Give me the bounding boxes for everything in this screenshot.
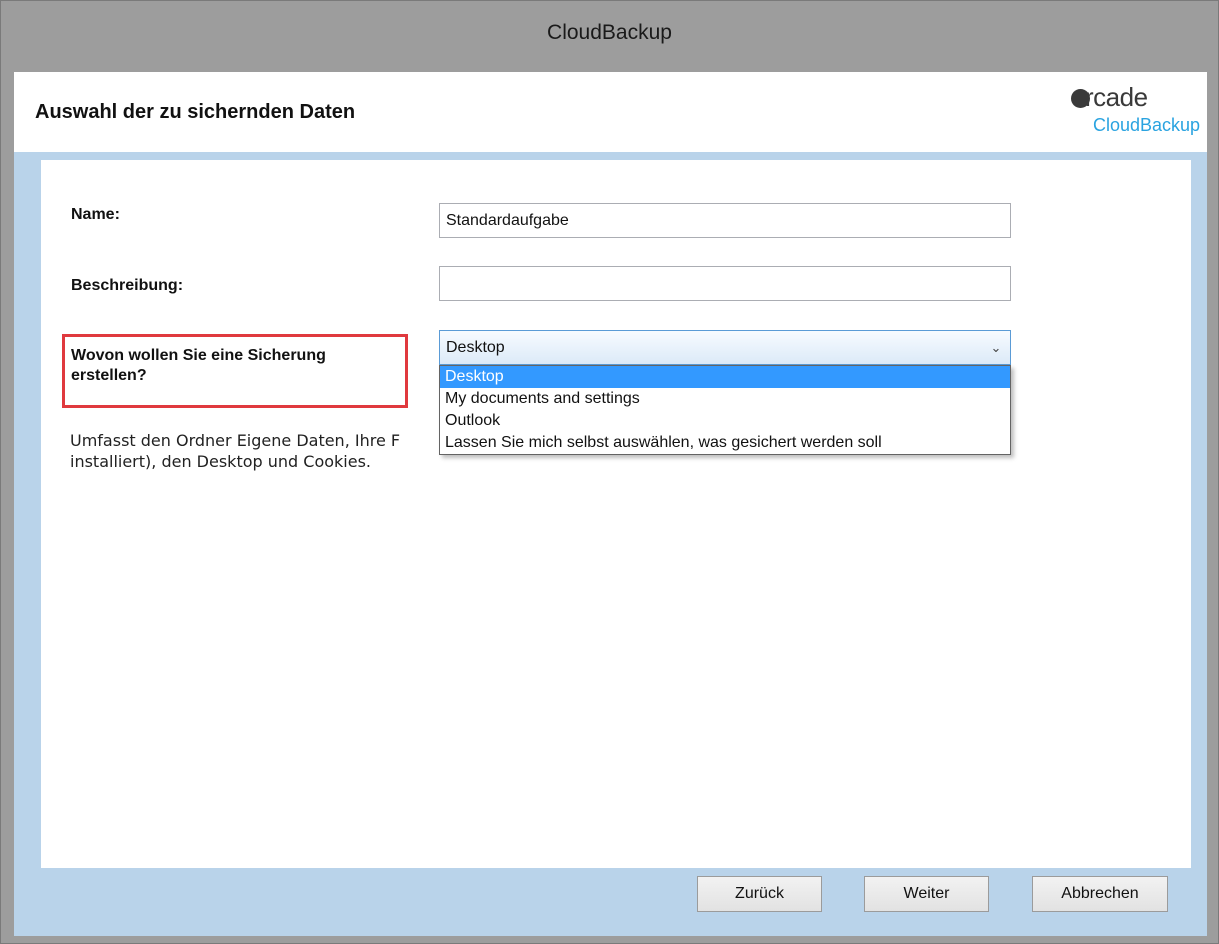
description-label: Beschreibung: — [71, 277, 184, 294]
source-select[interactable]: Desktop ⌄ — [439, 330, 1011, 365]
dropdown-option-my-documents[interactable]: My documents and settings — [440, 388, 1010, 410]
source-description: Umfasst den Ordner Eigene Daten, Ihre F … — [70, 431, 401, 471]
name-input[interactable] — [439, 203, 1011, 238]
page-title: Auswahl der zu sichernden Daten — [35, 101, 356, 123]
form-panel: Name: Beschreibung: Wovon wollen Sie ein… — [41, 160, 1191, 868]
window-title: CloudBackup — [547, 21, 672, 44]
source-label: Wovon wollen Sie eine Sicherung erstelle… — [71, 347, 326, 384]
source-dropdown-list: Desktop My documents and settings Outloo… — [439, 365, 1011, 455]
dropdown-option-desktop[interactable]: Desktop — [440, 366, 1010, 388]
dropdown-option-outlook[interactable]: Outlook — [440, 410, 1010, 432]
next-button[interactable]: Weiter — [864, 876, 989, 912]
title-bar[interactable]: CloudBackup — [1, 1, 1218, 65]
name-label: Name: — [71, 206, 120, 223]
source-select-value: Desktop — [446, 338, 505, 356]
description-input[interactable] — [439, 266, 1011, 301]
content-frame: Name: Beschreibung: Wovon wollen Sie ein… — [14, 152, 1207, 936]
chevron-down-icon[interactable]: ⌄ — [982, 340, 1010, 356]
back-button[interactable]: Zurück — [697, 876, 822, 912]
logo-wordmark: rcade — [1085, 82, 1148, 112]
arcade-logo: rcade CloudBackup — [1049, 80, 1201, 140]
dropdown-option-custom-selection[interactable]: Lassen Sie mich selbst auswählen, was ge… — [440, 432, 1010, 454]
cancel-button[interactable]: Abbrechen — [1032, 876, 1168, 912]
dialog-client-area: Auswahl der zu sichernden Daten rcade Cl… — [14, 72, 1207, 936]
app-window: CloudBackup Auswahl der zu sichernden Da… — [0, 0, 1219, 944]
dialog-header: Auswahl der zu sichernden Daten rcade Cl… — [14, 72, 1207, 152]
logo-subtitle: CloudBackup — [1093, 115, 1201, 135]
